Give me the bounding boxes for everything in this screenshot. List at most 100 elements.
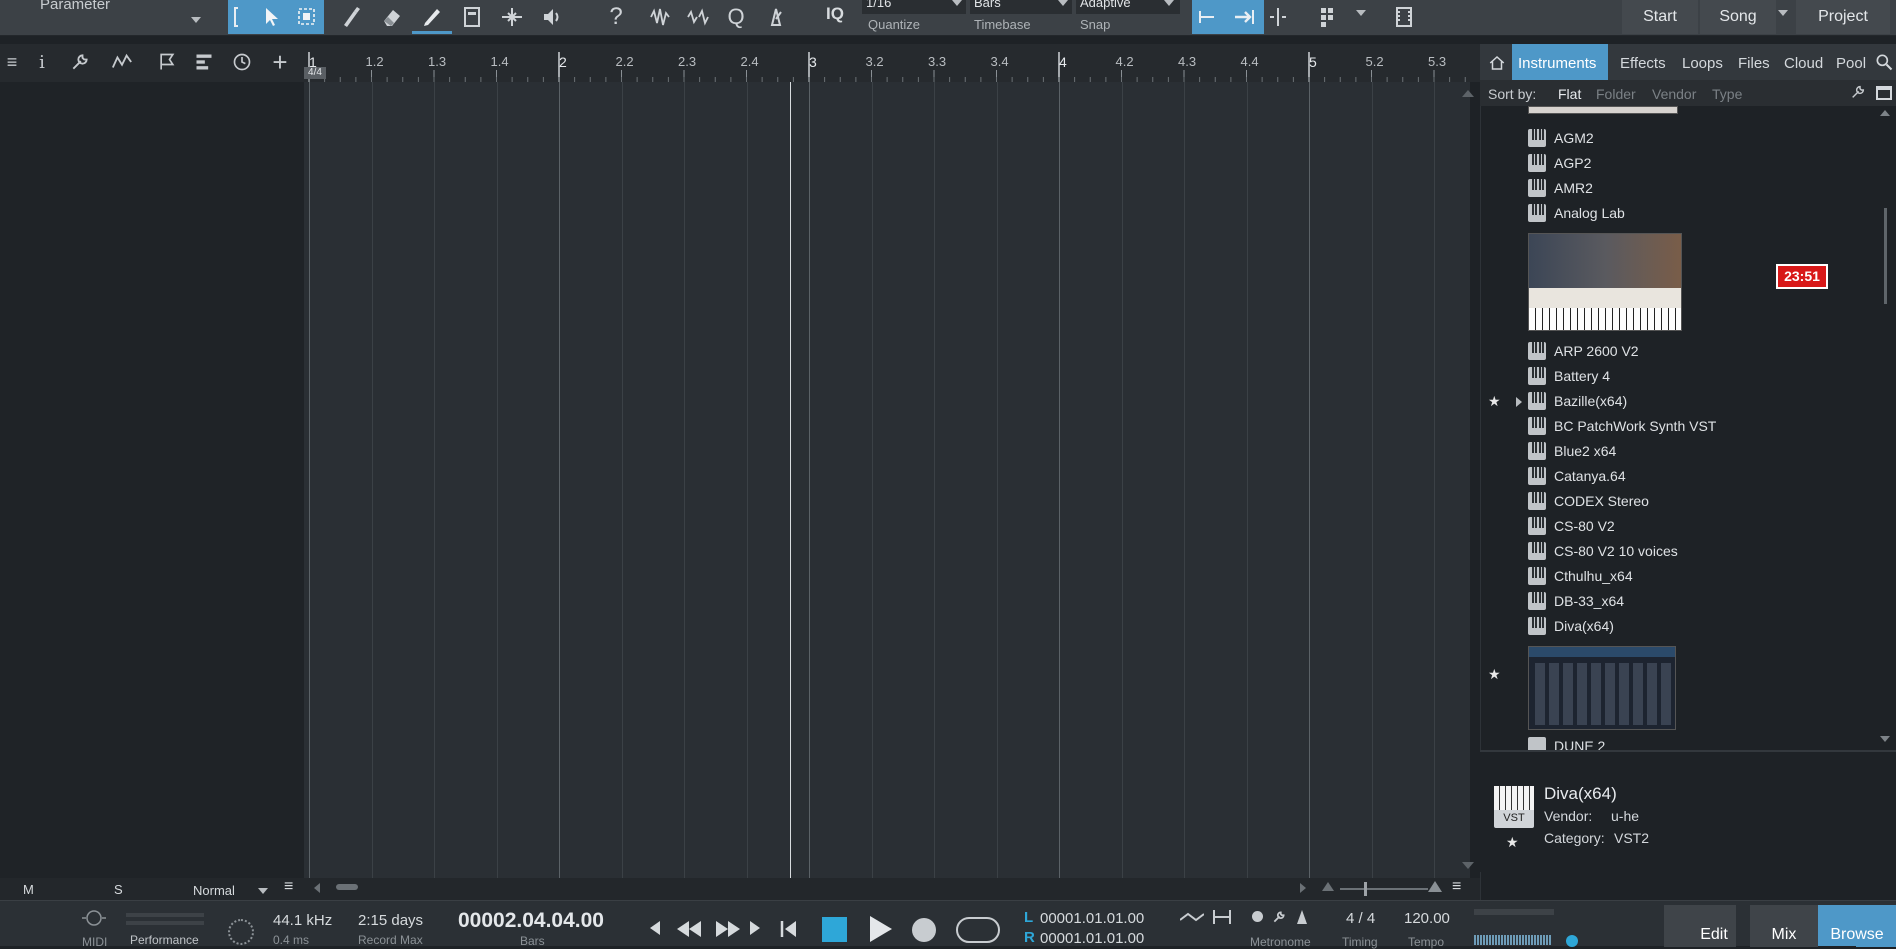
mute-tool-icon[interactable] [452, 0, 492, 34]
instrument-list-item[interactable]: CS-80 V2 [1528, 514, 1615, 538]
browser-scroll-thumb[interactable] [1884, 208, 1887, 304]
zoom-slider-handle[interactable] [1364, 882, 1367, 896]
sort-vendor[interactable]: Vendor [1652, 86, 1696, 102]
zoom-slider-track[interactable] [1340, 888, 1428, 890]
mix-tab[interactable]: Mix [1750, 905, 1818, 946]
tab-pool[interactable]: Pool [1836, 55, 1866, 72]
tab-instruments[interactable]: Instruments [1518, 55, 1596, 72]
hscroll-left-icon[interactable] [314, 883, 320, 893]
sort-folder[interactable]: Folder [1596, 86, 1636, 102]
automation-icon[interactable] [110, 50, 134, 74]
arrow-tool-icon[interactable] [254, 0, 290, 34]
grid-caret[interactable] [1356, 10, 1366, 16]
wrench-icon[interactable] [68, 50, 92, 74]
zoom-in-icon[interactable] [1428, 881, 1442, 892]
scroll-up-icon[interactable] [1462, 90, 1474, 97]
bend-tool-icon[interactable] [492, 0, 532, 34]
instrument-list-item[interactable]: AGM2 [1528, 126, 1594, 150]
song-button[interactable]: Song [1700, 0, 1776, 34]
eraser-tool-icon[interactable] [372, 0, 412, 34]
inspector-icon[interactable]: i [30, 50, 54, 74]
project-button[interactable]: Project [1796, 0, 1890, 34]
scroll-down-icon[interactable] [1462, 862, 1474, 869]
list-icon[interactable]: ≡ [284, 878, 293, 896]
analog-lab-thumbnail[interactable] [1528, 233, 1682, 331]
home-icon[interactable] [1486, 52, 1508, 74]
edit-tab[interactable]: Edit [1664, 905, 1764, 946]
footer-menu-icon[interactable]: ≡ [1452, 878, 1461, 896]
fast-forward-icon[interactable] [716, 921, 740, 942]
instrument-list-item[interactable]: CS-80 V2 10 voices [1528, 539, 1678, 563]
parameter-dropdown-caret[interactable] [191, 17, 201, 23]
tempo-value[interactable]: 120.00 [1404, 910, 1450, 927]
hscroll-right-icon[interactable] [1300, 883, 1306, 893]
sort-type[interactable]: Type [1712, 86, 1742, 102]
video-icon[interactable] [1384, 0, 1424, 34]
instrument-list-item[interactable]: AGP2 [1528, 151, 1591, 175]
loop-bracket-icon[interactable] [228, 0, 254, 34]
loop-right-value[interactable]: 00001.01.01.00 [1040, 930, 1144, 947]
diva-thumbnail[interactable] [1528, 646, 1676, 730]
audio-bend-icon[interactable] [640, 0, 680, 34]
snap-split-icon[interactable] [1264, 0, 1292, 34]
browser-scroll-down-icon[interactable] [1880, 736, 1890, 742]
record-button[interactable] [912, 918, 936, 942]
sort-flat[interactable]: Flat [1558, 86, 1581, 102]
instrument-list-item[interactable]: AMR2 [1528, 176, 1593, 200]
tab-loops[interactable]: Loops [1682, 55, 1723, 72]
loop-left-value[interactable]: 00001.01.01.00 [1040, 910, 1144, 927]
instrument-list-item[interactable]: Diva(x64) [1528, 614, 1614, 638]
return-to-zero-icon[interactable] [780, 921, 796, 942]
position-display[interactable]: 00002.04.04.00 [458, 909, 604, 933]
zoom-out-icon[interactable] [1322, 882, 1334, 891]
browse-tab[interactable]: Browse [1818, 905, 1896, 946]
instrument-list-item[interactable]: Cthulhu_x64 [1528, 564, 1633, 588]
solo-all-button[interactable]: S [114, 882, 123, 897]
arranger-icon[interactable] [192, 50, 216, 74]
start-button[interactable]: Start [1622, 0, 1698, 34]
track-list-icon[interactable]: ≡ [0, 50, 24, 74]
timeline-ruler[interactable]: 4/4 1 1.2 1.3 1.4 2 2.2 2.3 2.4 3 3.2 3.3 3.4 4 4.2 4.… [304, 44, 1472, 82]
loop-button[interactable] [956, 917, 1000, 943]
paint-tool-icon[interactable] [412, 0, 452, 34]
snap-toggle-group[interactable] [1192, 0, 1264, 34]
prev-marker-icon[interactable] [650, 921, 660, 935]
metronome-settings-icon[interactable] [1272, 910, 1286, 924]
browser-window-icon[interactable] [1876, 86, 1892, 100]
tempo-icon[interactable] [230, 50, 254, 74]
marker-icon[interactable] [155, 50, 179, 74]
tab-cloud[interactable]: Cloud [1784, 55, 1823, 72]
add-track-icon[interactable]: + [268, 47, 292, 77]
stop-button[interactable] [822, 917, 847, 942]
hscroll-thumb[interactable] [336, 884, 358, 890]
instrument-list-item[interactable]: DB-33_x64 [1528, 589, 1624, 613]
instrument-list-item[interactable]: ARP 2600 V2 [1528, 339, 1639, 363]
mode-select[interactable]: Normal [193, 883, 235, 898]
instrument-list-item[interactable]: Bazille(x64) [1528, 389, 1627, 413]
precount-icon[interactable] [1179, 911, 1205, 923]
instrument-list-item[interactable]: Catanya.64 [1528, 464, 1626, 488]
grid-settings-icon[interactable] [1310, 0, 1350, 34]
browser-wrench-icon[interactable] [1850, 84, 1868, 102]
tab-files[interactable]: Files [1738, 55, 1770, 72]
metronome-on-icon[interactable] [1252, 911, 1263, 922]
tab-effects[interactable]: Effects [1620, 55, 1666, 72]
playhead-cursor[interactable] [790, 82, 791, 878]
instrument-list-item[interactable]: Analog Lab [1528, 201, 1625, 225]
browser-scroll-up-icon[interactable] [1880, 110, 1890, 116]
diva-favorite-star-icon[interactable]: ★ [1488, 666, 1501, 683]
midi-icon[interactable] [80, 909, 108, 927]
metronome-tool-icon[interactable] [756, 0, 796, 34]
timebase-select[interactable]: Bars [970, 0, 1072, 14]
expand-arrow-icon[interactable] [1516, 397, 1522, 407]
strip-silence-icon[interactable] [678, 0, 718, 34]
iq-button[interactable]: IQ [826, 4, 844, 24]
range-tool-icon[interactable] [290, 0, 324, 34]
instrument-list-item[interactable]: Blue2 x64 [1528, 439, 1616, 463]
play-button[interactable] [870, 916, 892, 942]
mute-all-button[interactable]: M [23, 882, 34, 897]
instrument-list-item[interactable]: CODEX Stereo [1528, 489, 1649, 513]
instrument-list-item[interactable]: BC PatchWork Synth VST [1528, 414, 1716, 438]
rewind-icon[interactable] [677, 921, 701, 942]
split-tool-icon[interactable] [331, 0, 371, 34]
